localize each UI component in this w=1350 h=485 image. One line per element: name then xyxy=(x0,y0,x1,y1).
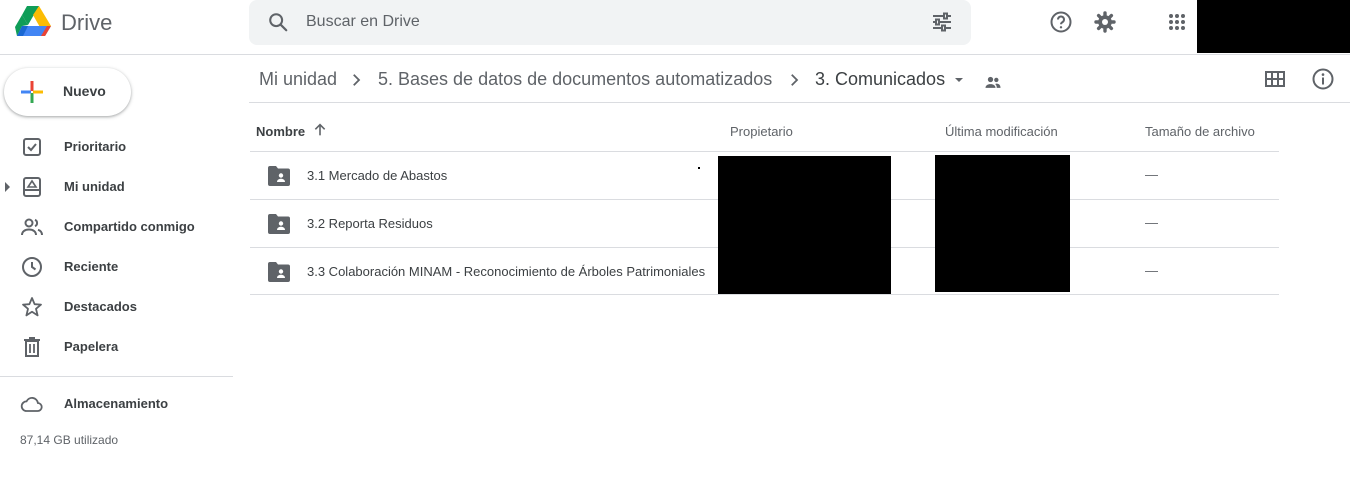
new-button[interactable]: Nuevo xyxy=(4,68,131,116)
chevron-right-icon xyxy=(353,74,361,86)
sidebar-item-label: Papelera xyxy=(64,339,119,354)
sidebar-item-label: Compartido conmigo xyxy=(64,219,195,234)
shared-folder-icon xyxy=(268,166,290,186)
modified-column-redacted xyxy=(935,155,1070,292)
column-header-size[interactable]: Tamaño de archivo xyxy=(1145,124,1255,139)
my-drive-icon xyxy=(23,177,41,197)
priority-icon xyxy=(23,138,41,156)
column-header-modified[interactable]: Última modificación xyxy=(945,124,1058,139)
expand-caret-icon[interactable] xyxy=(5,182,10,192)
content-divider xyxy=(249,102,1350,103)
sidebar-item-trash[interactable]: Papelera xyxy=(0,329,233,365)
search-icon[interactable] xyxy=(267,11,289,33)
help-icon[interactable] xyxy=(1049,10,1073,34)
search-options-icon[interactable] xyxy=(930,10,954,34)
column-header-name[interactable]: Nombre xyxy=(256,124,305,139)
sidebar-divider xyxy=(0,376,233,377)
breadcrumb-item-my-drive[interactable]: Mi unidad xyxy=(259,69,337,90)
file-size: — xyxy=(1145,167,1158,182)
drive-logo-icon[interactable] xyxy=(14,4,52,38)
settings-gear-icon[interactable] xyxy=(1093,10,1117,34)
storage-used-text: 87,14 GB utilizado xyxy=(20,433,119,447)
sidebar-item-label: Mi unidad xyxy=(64,179,125,194)
shared-folder-people-icon xyxy=(985,76,1001,88)
top-bar: Drive xyxy=(0,0,1350,55)
clock-icon xyxy=(22,257,42,277)
column-header-owner[interactable]: Propietario xyxy=(730,124,793,139)
star-icon xyxy=(22,297,42,317)
breadcrumb-item-bases[interactable]: 5. Bases de datos de documentos automati… xyxy=(378,69,772,90)
trash-icon xyxy=(24,337,40,357)
sidebar-item-label: Prioritario xyxy=(64,139,127,154)
file-size: — xyxy=(1145,215,1158,230)
shared-folder-icon xyxy=(268,262,290,282)
redaction-speck xyxy=(698,167,700,169)
grid-view-icon[interactable] xyxy=(1263,67,1287,91)
info-icon[interactable] xyxy=(1311,67,1335,91)
file-name: 3.3 Colaboración MINAM - Reconocimiento … xyxy=(307,264,706,279)
sidebar-item-label: Destacados xyxy=(64,299,137,314)
sidebar-item-priority[interactable]: Prioritario xyxy=(0,129,233,165)
caret-down-icon[interactable] xyxy=(951,72,967,88)
file-name: 3.2 Reporta Residuos xyxy=(307,216,433,231)
sidebar-item-starred[interactable]: Destacados xyxy=(0,289,233,325)
sidebar-item-shared[interactable]: Compartido conmigo xyxy=(0,209,233,245)
apps-grid-icon[interactable] xyxy=(1165,10,1189,34)
sidebar-item-label: Almacenamiento xyxy=(64,396,169,411)
search-bar[interactable] xyxy=(249,0,971,45)
sort-ascending-arrow-icon[interactable] xyxy=(312,122,328,138)
owner-column-redacted xyxy=(718,156,891,294)
shared-folder-icon xyxy=(268,214,290,234)
account-redacted[interactable] xyxy=(1197,0,1350,53)
plus-icon xyxy=(21,81,43,103)
shared-icon xyxy=(21,218,43,236)
app-name[interactable]: Drive xyxy=(61,10,112,36)
chevron-right-icon xyxy=(791,74,799,86)
new-button-label: Nuevo xyxy=(63,83,106,99)
sidebar-item-my-drive[interactable]: Mi unidad xyxy=(0,169,233,205)
sidebar-item-recent[interactable]: Reciente xyxy=(0,249,233,285)
file-size: — xyxy=(1145,263,1158,278)
cloud-icon xyxy=(20,397,43,412)
file-name: 3.1 Mercado de Abastos xyxy=(307,168,448,183)
sidebar-item-label: Reciente xyxy=(64,259,119,274)
breadcrumb-item-current[interactable]: 3. Comunicados xyxy=(815,69,945,90)
search-input[interactable] xyxy=(306,11,906,33)
sidebar-item-storage[interactable]: Almacenamiento xyxy=(0,386,233,422)
